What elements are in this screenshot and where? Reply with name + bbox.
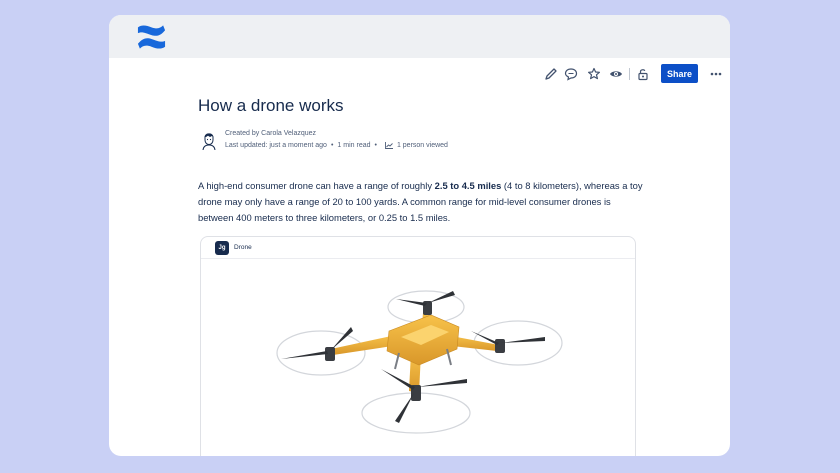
comment-icon[interactable] xyxy=(561,64,581,84)
viewed-count-text[interactable]: 1 person viewed xyxy=(397,142,448,149)
separator-dot: • xyxy=(330,142,334,149)
created-by-text: Created by Carola Velazquez xyxy=(225,130,317,137)
share-button[interactable]: Share xyxy=(661,64,698,83)
page-byline: Created by Carola Velazquez Last updated… xyxy=(202,130,602,156)
page-metadata: Last updated: just a moment ago • 1 min … xyxy=(225,142,448,149)
range-highlight: 2.5 to 4.5 miles xyxy=(434,180,502,191)
analytics-icon xyxy=(385,142,393,149)
page-title: How a drone works xyxy=(198,96,344,115)
embed-app-icon: Jg xyxy=(215,241,229,255)
confluence-logo-icon[interactable] xyxy=(136,23,167,51)
drone-embed-card[interactable]: Jg Drone xyxy=(200,236,636,456)
pencil-icon[interactable] xyxy=(541,64,561,84)
confluence-window: Share How a drone works Created by Carol… xyxy=(109,15,730,456)
star-icon[interactable] xyxy=(584,64,604,84)
drone-3d-model-image[interactable] xyxy=(271,265,571,435)
avatar[interactable] xyxy=(202,132,216,151)
more-icon[interactable] xyxy=(706,64,726,84)
last-updated-text[interactable]: Last updated: just a moment ago xyxy=(225,142,327,149)
top-navigation-bar xyxy=(109,15,730,58)
embed-title: Drone xyxy=(234,244,252,251)
body-paragraph: A high-end consumer drone can have a ran… xyxy=(198,180,643,223)
separator-dot: • xyxy=(374,142,377,149)
read-time-text: 1 min read xyxy=(337,142,371,149)
lock-icon[interactable] xyxy=(633,64,653,84)
toolbar-divider xyxy=(629,68,630,80)
eye-icon[interactable] xyxy=(606,64,626,84)
embed-header: Jg Drone xyxy=(201,237,635,259)
page-toolbar: Share xyxy=(109,64,730,84)
